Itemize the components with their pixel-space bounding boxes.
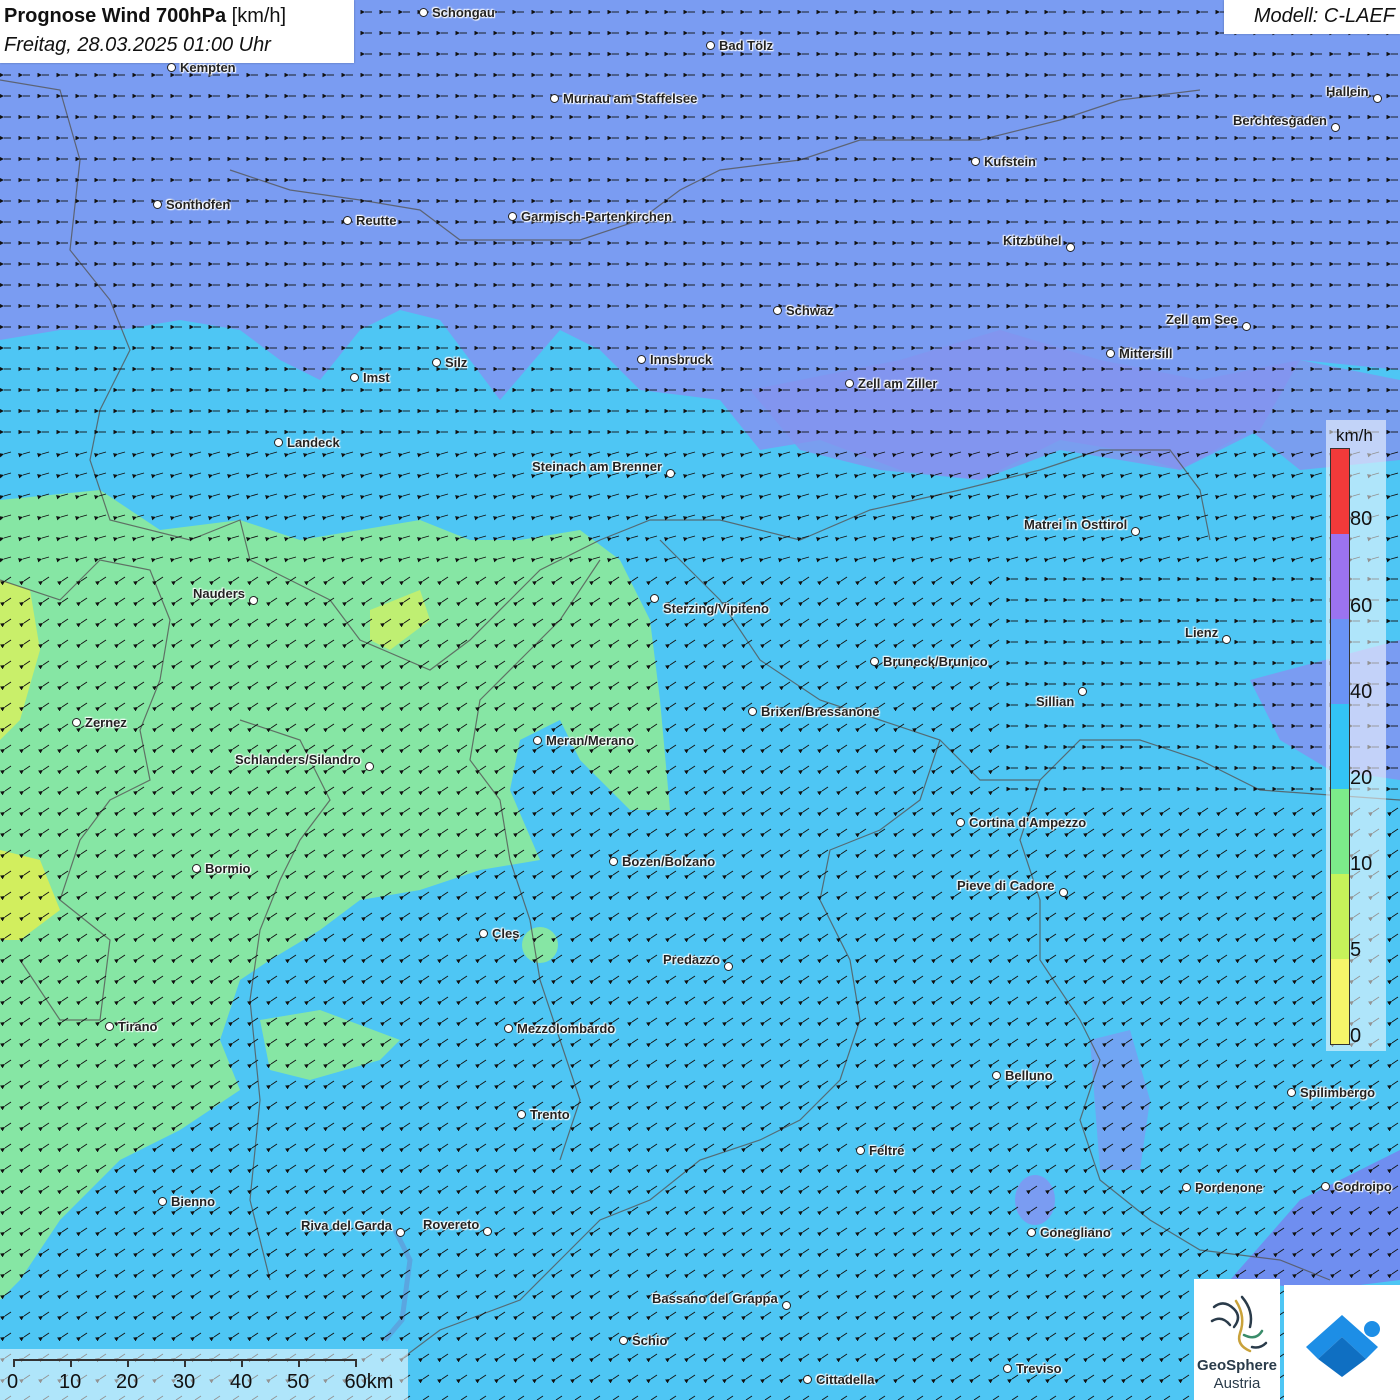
- city-label: Bad Tölz: [719, 38, 774, 53]
- city-label: Hallein: [1326, 84, 1369, 99]
- city-label: Berchtesgaden: [1233, 113, 1327, 128]
- city-label: Kempten: [180, 60, 236, 75]
- title-unit: [km/h]: [231, 5, 287, 27]
- city-label: Kufstein: [984, 154, 1036, 169]
- title-box: Prognose Wind 700hPa [km/h] Freitag, 28.…: [0, 0, 354, 63]
- map-title: Prognose Wind 700hPa [km/h]: [4, 5, 286, 28]
- city-marker-icon: [419, 8, 428, 17]
- model-label: Modell: C-LAEF: [1253, 5, 1395, 27]
- title-text: Prognose Wind 700hPa: [4, 5, 227, 27]
- city-label: Schongau: [432, 5, 495, 20]
- city-marker-icon: [550, 94, 559, 103]
- city-marker-icon: [971, 157, 980, 166]
- wind-forecast-map: Prognose Wind 700hPa [km/h] Freitag, 28.…: [0, 0, 1400, 1400]
- forecast-datetime: Freitag, 28.03.2025 01:00 Uhr: [4, 34, 271, 56]
- model-box: Modell: C-LAEF: [1224, 0, 1400, 34]
- city-marker-icon: [706, 41, 715, 50]
- wind-zone-green-cles: [522, 927, 558, 963]
- city-label: Sonthofen: [166, 197, 231, 212]
- city-marker-icon: [153, 200, 162, 209]
- city-label: Murnau am Staffelsee: [563, 91, 698, 106]
- city-marker-icon: [1373, 94, 1382, 103]
- city-marker-icon: [1331, 123, 1340, 132]
- wind-zone-strong-conegliano: [1015, 1175, 1055, 1225]
- city-marker-icon: [167, 63, 176, 72]
